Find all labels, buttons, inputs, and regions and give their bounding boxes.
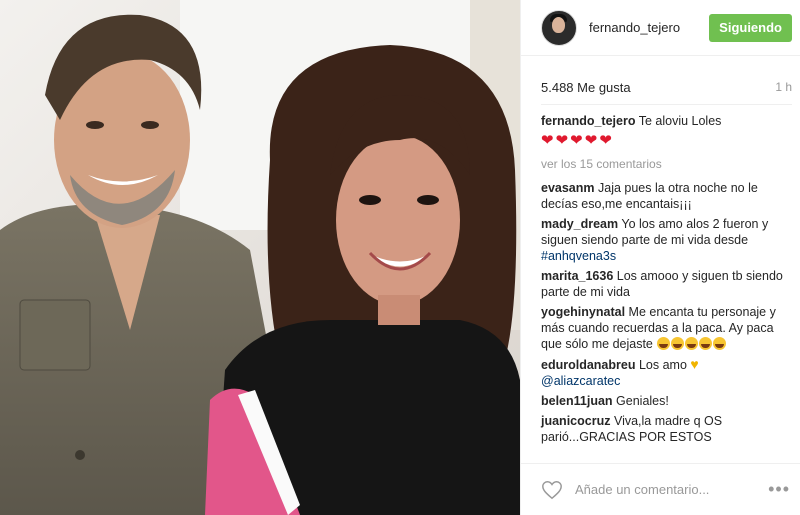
more-options-icon[interactable]: •••: [768, 479, 790, 500]
comment-text: Geniales!: [616, 394, 669, 408]
yellow-heart-icon: ♥: [690, 356, 699, 372]
laughing-emoji-icon: [699, 337, 713, 350]
red-heart-emoji: ❤: [541, 132, 554, 149]
comments-list: fernando_tejero Te aloviu Loles ❤ ❤ ❤ ❤ …: [541, 113, 788, 449]
comment-author[interactable]: belen11juan: [541, 394, 613, 408]
laughing-emoji-icon: [713, 337, 727, 350]
post-timestamp[interactable]: 1 h: [775, 80, 792, 96]
comment-author[interactable]: yogehinynatal: [541, 305, 625, 319]
heart-outline-icon[interactable]: [541, 479, 563, 501]
red-heart-emoji: ❤: [599, 132, 612, 149]
comment-text: Los amo: [638, 358, 687, 372]
comment-author[interactable]: evasanm: [541, 181, 595, 195]
comment-item: mady_dream Yo los amo alos 2 fueron y si…: [541, 216, 788, 264]
comment-author[interactable]: mady_dream: [541, 217, 618, 231]
hashtag-link[interactable]: #anhqvena3s: [541, 249, 616, 263]
laughing-emoji-icon: [671, 337, 685, 350]
comment-item: juanicocruz Viva,la madre q OS parió...G…: [541, 413, 788, 445]
add-comment-input[interactable]: [573, 481, 769, 498]
red-heart-emoji: ❤: [584, 132, 598, 149]
comment-footer: •••: [521, 463, 800, 515]
red-heart-emoji: ❤: [570, 132, 583, 149]
comment-author[interactable]: marita_1636: [541, 269, 613, 283]
following-button[interactable]: Siguiendo: [709, 13, 792, 42]
view-all-comments-link[interactable]: ver los 15 comentarios: [541, 156, 788, 172]
comment-item: belen11juan Geniales!: [541, 393, 788, 409]
comment-item: evasanm Jaja pues la otra noche no le de…: [541, 180, 788, 212]
caption: fernando_tejero Te aloviu Loles: [541, 113, 788, 129]
divider: [541, 104, 792, 105]
mention-link[interactable]: @aliazcaratec: [541, 374, 620, 388]
post-header: fernando_tejero Siguiendo: [521, 0, 800, 56]
comment-author[interactable]: eduroldanabreu: [541, 358, 635, 372]
comment-item: yogehinynatal Me encanta tu personaje y …: [541, 304, 788, 352]
post-photo[interactable]: [0, 0, 520, 515]
comment-item: eduroldanabreu Los amo ♥ @aliazcaratec: [541, 356, 788, 389]
red-heart-emoji: ❤: [555, 132, 569, 149]
username-link[interactable]: fernando_tejero: [589, 20, 709, 35]
profile-avatar[interactable]: [541, 9, 577, 46]
laughing-emoji-icon: [685, 337, 699, 350]
comment-author[interactable]: juanicocruz: [541, 414, 610, 428]
photo-illustration: [0, 0, 520, 515]
caption-author[interactable]: fernando_tejero: [541, 114, 635, 128]
likes-row: 5.488 Me gusta 1 h: [541, 80, 792, 96]
laughing-emoji-icon: [657, 337, 671, 350]
caption-hearts: ❤ ❤ ❤ ❤ ❤: [541, 133, 788, 148]
caption-text: Te aloviu Loles: [638, 114, 722, 128]
likes-count[interactable]: 5.488 Me gusta: [541, 80, 631, 96]
instagram-post-view: fernando_tejero Siguiendo 5.488 Me gusta…: [0, 0, 800, 515]
avatar-face: [552, 16, 565, 33]
post-side-panel: fernando_tejero Siguiendo 5.488 Me gusta…: [520, 0, 800, 515]
comment-item: marita_1636 Los amooo y siguen tb siendo…: [541, 268, 788, 300]
